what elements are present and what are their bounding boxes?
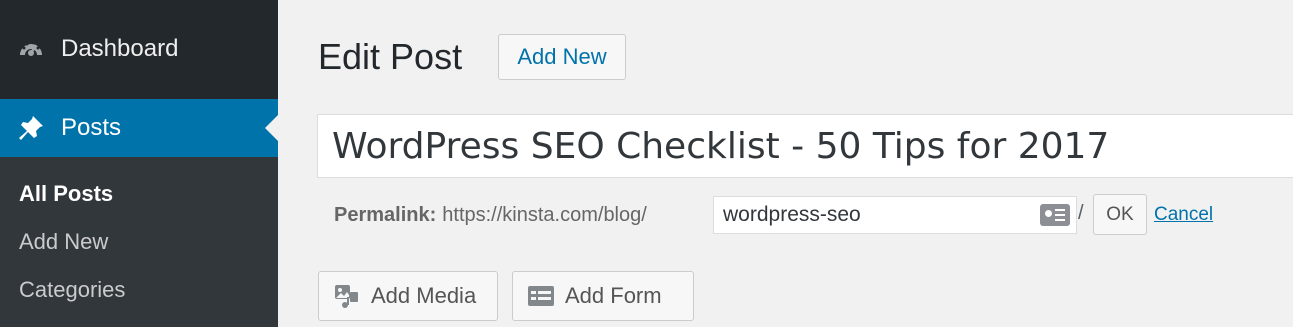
- sidebar-item-posts[interactable]: Posts: [0, 99, 278, 157]
- page-title: Edit Post: [318, 36, 463, 77]
- pushpin-icon: [16, 113, 46, 143]
- add-form-button[interactable]: Add Form: [512, 271, 694, 321]
- admin-sidebar: Dashboard Posts All Posts Add New Catego…: [0, 0, 278, 327]
- permalink-base-url: https://kinsta.com/blog/: [442, 203, 647, 226]
- add-media-button[interactable]: Add Media: [318, 271, 498, 321]
- permalink-label: Permalink:: [334, 203, 437, 226]
- posts-submenu: All Posts Add New Categories: [0, 157, 278, 327]
- cancel-link[interactable]: Cancel: [1154, 204, 1213, 226]
- post-title-input[interactable]: WordPress SEO Checklist - 50 Tips for 20…: [317, 114, 1293, 178]
- ok-button[interactable]: OK: [1093, 194, 1147, 235]
- dashboard-gauge-icon: [16, 34, 46, 64]
- permalink-slash: /: [1078, 202, 1084, 224]
- add-form-label: Add Form: [565, 283, 662, 308]
- media-icon: [333, 282, 361, 310]
- slug-value: wordpress-seo: [723, 203, 861, 226]
- submenu-item-categories[interactable]: Categories: [19, 277, 125, 303]
- sidebar-item-dashboard[interactable]: Dashboard: [0, 20, 278, 78]
- add-new-button[interactable]: Add New: [498, 34, 626, 80]
- slug-input[interactable]: wordpress-seo: [713, 196, 1077, 234]
- submenu-item-all-posts[interactable]: All Posts: [19, 181, 113, 207]
- form-icon: [527, 282, 555, 310]
- add-media-label: Add Media: [371, 283, 477, 308]
- permalink-row: Permalink: https://kinsta.com/blog/: [334, 195, 647, 235]
- sidebar-item-label: Dashboard: [61, 35, 179, 62]
- id-card-icon[interactable]: [1040, 204, 1070, 226]
- submenu-item-add-new[interactable]: Add New: [19, 229, 108, 255]
- sidebar-item-label: Posts: [61, 114, 122, 141]
- current-menu-arrow: [265, 115, 278, 141]
